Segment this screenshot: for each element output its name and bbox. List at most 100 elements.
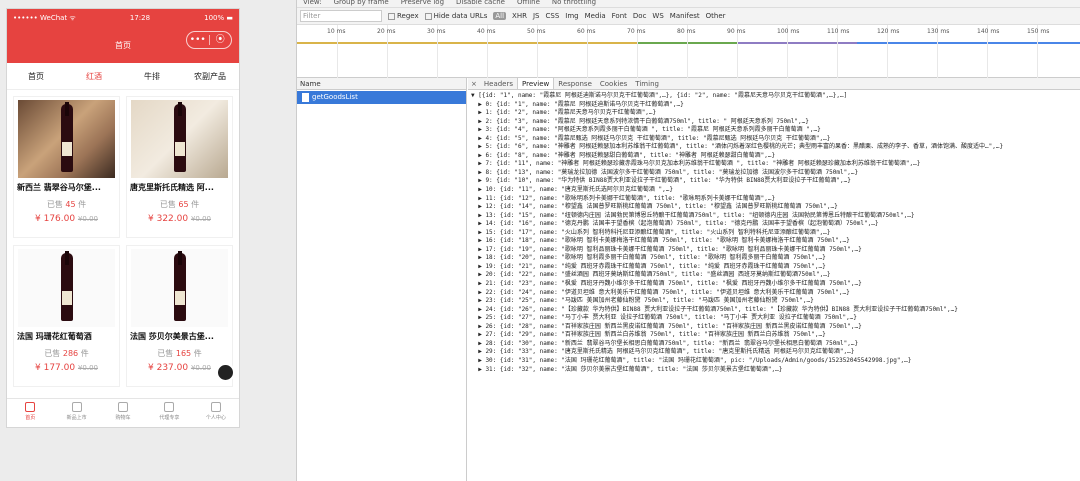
filter-ws[interactable]: WS: [652, 12, 663, 20]
request-row[interactable]: getGoodsList: [297, 91, 466, 104]
hide-data-urls-option[interactable]: Hide data URLs: [424, 12, 488, 20]
disable-cache[interactable]: Disable cache: [456, 0, 505, 7]
original-price: ¥0.00: [190, 364, 211, 372]
json-entry[interactable]: ▶ 14: {id: "16", name: "德克丹鹏 法国丰于望香槟（起泡葡…: [471, 220, 1080, 229]
tabbar-cart[interactable]: 购物车: [100, 399, 146, 427]
bottom-tab-bar: 首页 新品上市 购物车 代理专享 个人中心: [7, 398, 239, 427]
json-entry[interactable]: ▶ 1: {id: "2", name: "霞慕尼天意马尔贝克干红葡萄酒",…}: [471, 109, 1080, 118]
json-entry[interactable]: ▶ 23: {id: "25", name: "马跋匹 美国加州老藤仙粉黛 75…: [471, 297, 1080, 306]
network-timeline[interactable]: 10 ms 20 ms 30 ms 40 ms 50 ms 60 ms 70 ms 80 ms…: [297, 25, 1080, 78]
tab-preview[interactable]: Preview: [517, 78, 555, 89]
json-entry[interactable]: ▶ 16: {id: "18", name: "歌咏明 智利卡美娜梅洛干红葡萄酒…: [471, 237, 1080, 246]
status-bar: •••••• WeChat ᯤ 17:28 100% ▬: [7, 9, 239, 27]
price-row: ¥ 176.00 ¥0.00: [14, 214, 119, 224]
tab-cookies[interactable]: Cookies: [596, 78, 631, 89]
product-price: ¥ 322.00: [148, 214, 189, 224]
json-entry[interactable]: ▶ 9: {id: "10", name: "华为特供 BIN88贾大利亚设拉子…: [471, 177, 1080, 186]
filter-doc[interactable]: Doc: [633, 12, 647, 20]
json-entry[interactable]: ▶ 31: {id: "32", name: "法国 莎贝尔美景古堡红葡萄酒",…: [471, 366, 1080, 375]
product-price: ¥ 177.00: [35, 363, 76, 373]
preserve-log[interactable]: Preserve log: [401, 0, 444, 7]
clock: 17:28: [129, 14, 151, 22]
json-entry[interactable]: ▶ 24: {id: "26", name: "【珍藏款 华为特供】BIN88 …: [471, 306, 1080, 315]
filter-bar: Filter Regex Hide data URLs All XHR JS C…: [297, 8, 1080, 25]
original-price: ¥0.00: [77, 364, 98, 372]
json-entry[interactable]: ▶ 5: {id: "6", name: "神雕者 阿根廷赖瑟加本利苏维翁干红葡…: [471, 143, 1080, 152]
filter-manifest[interactable]: Manifest: [670, 12, 700, 20]
timeline-tick-label: 90 ms: [727, 28, 746, 35]
product-card[interactable]: 新西兰 翡翠谷马尔堡... 已售 45 件 ¥ 176.00 ¥0.00: [13, 96, 120, 238]
customer-service-avatar[interactable]: [216, 363, 235, 382]
json-entry[interactable]: ▶ 4: {id: "5", name: "霞慕尼甄选 阿根廷马尔贝克 干红葡萄…: [471, 135, 1080, 144]
tab-headers[interactable]: Headers: [480, 78, 517, 89]
json-entry[interactable]: ▶ 12: {id: "14", name: "穆望鑫 法国普罗旺斯桃红葡萄酒 …: [471, 203, 1080, 212]
json-entry[interactable]: ▶ 7: {id: "11", name: "神雕者 阿根廷赖瑟珍藏赤霞珠马尔贝…: [471, 160, 1080, 169]
filter-input[interactable]: Filter: [300, 10, 382, 22]
filter-img[interactable]: Img: [565, 12, 578, 20]
json-entry[interactable]: ▶ 18: {id: "20", name: "歌咏明 智利霞多丽干白葡萄酒 7…: [471, 254, 1080, 263]
json-entry[interactable]: ▶ 3: {id: "4", name: "阿根廷天意系列霞多丽干白葡萄酒 ",…: [471, 126, 1080, 135]
json-entry[interactable]: ▶ 2: {id: "3", name: "霞慕尼 阿根廷天意系列特浓情干白葡萄…: [471, 118, 1080, 127]
devtools-top-toolbar: View: Group by frame Preserve log Disabl…: [297, 0, 1080, 8]
timeline-tick-label: 100 ms: [777, 28, 800, 35]
json-array-root[interactable]: ▼ [{id: "1", name: "霞慕尼 阿根廷迪斯诺马尔贝克干红葡萄酒"…: [471, 92, 1080, 101]
filter-css[interactable]: CSS: [546, 12, 560, 20]
json-preview[interactable]: ▼ [{id: "1", name: "霞慕尼 阿根廷迪斯诺马尔贝克干红葡萄酒"…: [468, 90, 1080, 374]
close-icon[interactable]: ⦿: [210, 32, 232, 48]
tabbar-new[interactable]: 新品上市: [53, 399, 99, 427]
json-entry[interactable]: ▶ 10: {id: "11", name: "唐克里斯托氏选阿尔贝克红葡萄酒 …: [471, 186, 1080, 195]
filter-all[interactable]: All: [493, 12, 507, 20]
name-column-header[interactable]: Name: [297, 78, 466, 90]
filter-xhr[interactable]: XHR: [512, 12, 527, 20]
home-icon: [25, 402, 36, 412]
tab-response[interactable]: Response: [554, 78, 596, 89]
product-card[interactable]: 唐克里斯托氏精选 阿... 已售 65 件 ¥ 322.00 ¥0.00: [126, 96, 233, 238]
timeline-bar: [857, 42, 1080, 44]
timeline-tick-label: 70 ms: [627, 28, 646, 35]
regex-option[interactable]: Regex: [388, 12, 419, 20]
json-entry[interactable]: ▶ 30: {id: "31", name: "法国 玛珊花红葡萄酒", tit…: [471, 357, 1080, 366]
json-entry[interactable]: ▶ 27: {id: "29", name: "百祥家族庄园 新西兰白苏维翁 7…: [471, 331, 1080, 340]
tab-farm-products[interactable]: 农副产品: [181, 63, 239, 90]
throttling-select[interactable]: No throttling: [552, 0, 596, 7]
json-entry[interactable]: ▶ 29: {id: "33", name: "唐克里斯托氏精选 阿根廷马尔贝克…: [471, 348, 1080, 357]
sold-number: 45: [65, 200, 76, 209]
tab-timing[interactable]: Timing: [631, 78, 663, 89]
sold-suffix: 件: [78, 200, 87, 209]
filter-js[interactable]: JS: [533, 12, 540, 20]
product-card[interactable]: 法国 玛珊花红葡萄酒 已售 286 件 ¥ 177.00 ¥0.00: [13, 245, 120, 387]
product-name: 法国 玛珊花红葡萄酒: [17, 332, 92, 341]
close-details-icon[interactable]: ×: [468, 78, 480, 89]
tabbar-profile[interactable]: 个人中心: [193, 399, 239, 427]
simulator-panel: •••••• WeChat ᯤ 17:28 100% ▬ 首页 ••• ⦿ 首页…: [0, 0, 296, 481]
json-entry[interactable]: ▶ 25: {id: "27", name: "马丁小丰 贾大利亚 设拉子红葡萄…: [471, 314, 1080, 323]
more-icon[interactable]: •••: [187, 32, 209, 48]
offline[interactable]: Offline: [517, 0, 540, 7]
user-icon: [210, 402, 221, 412]
json-entry[interactable]: ▶ 13: {id: "15", name: "纽顿德内庄园 法国勃民第博恩丘特…: [471, 212, 1080, 221]
timeline-tick-label: 140 ms: [977, 28, 1000, 35]
json-entry[interactable]: ▶ 22: {id: "24", name: "伊道贝坦维 意大利美乐干红葡萄酒…: [471, 289, 1080, 298]
filter-other[interactable]: Other: [706, 12, 726, 20]
page-title: 首页: [115, 40, 131, 50]
filter-media[interactable]: Media: [585, 12, 606, 20]
json-entry[interactable]: ▶ 21: {id: "23", name: "枫爱 西班牙丹魏小维尔多干红葡萄…: [471, 280, 1080, 289]
json-entry[interactable]: ▶ 15: {id: "17", name: "火山系列 智利特科托尼亚添酿红葡…: [471, 229, 1080, 238]
hide-data-urls-label: Hide data URLs: [433, 12, 488, 20]
json-entry[interactable]: ▶ 0: {id: "1", name: "霞慕尼 阿根廷迪斯诺马尔贝克干红葡萄…: [471, 101, 1080, 110]
product-card[interactable]: 法国 莎贝尔美景古堡... 已售 165 件 ¥ 237.00 ¥0.00: [126, 245, 235, 387]
tab-red-wine[interactable]: 红酒: [65, 63, 123, 90]
timeline-tick-label: 30 ms: [427, 28, 446, 35]
request-list: Name getGoodsList: [297, 78, 467, 481]
checkbox-icon: [388, 12, 395, 20]
wine-bottle-icon: [60, 102, 73, 172]
tab-home[interactable]: 首页: [7, 63, 65, 90]
tabbar-agent[interactable]: 代理专享: [146, 399, 192, 427]
tab-steak[interactable]: 牛排: [123, 63, 181, 90]
group-by-frame[interactable]: Group by frame: [334, 0, 389, 7]
tabbar-home[interactable]: 首页: [7, 399, 53, 427]
json-entry[interactable]: ▶ 11: {id: "12", name: "歌咏明系列卡美娜干红葡萄酒", …: [471, 195, 1080, 204]
filter-font[interactable]: Font: [612, 12, 627, 20]
json-entry[interactable]: ▶ 20: {id: "22", name: "盛丝酒园 西班牙莫纳斯红葡萄酒7…: [471, 271, 1080, 280]
menu-capsule: ••• ⦿: [186, 31, 232, 49]
